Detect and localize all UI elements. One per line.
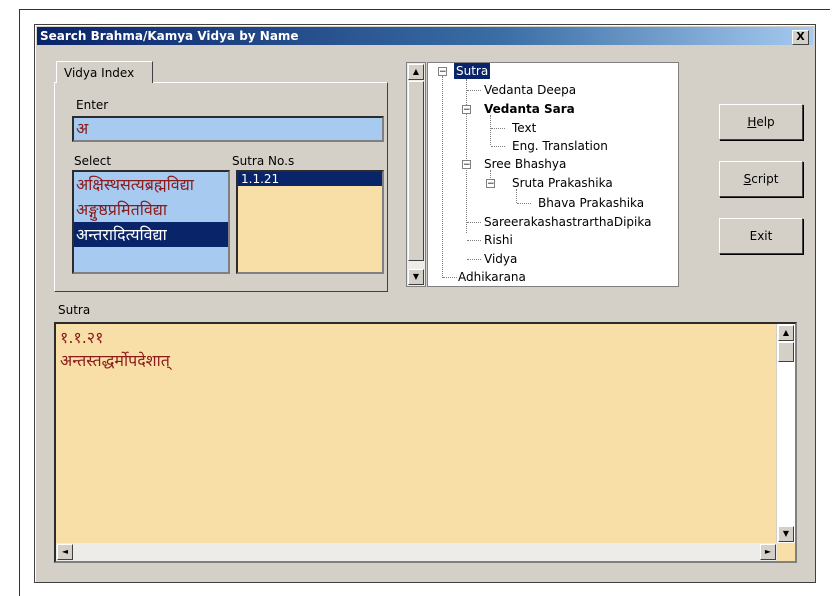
- collapse-icon[interactable]: −: [462, 160, 471, 170]
- tree-line: [443, 277, 457, 278]
- scroll-thumb[interactable]: [778, 342, 794, 362]
- tree-line: [466, 79, 467, 233]
- window-title: Search Brahma/Kamya Vidya by Name: [40, 29, 299, 43]
- tree-item-bhava-prakashika[interactable]: Bhava Prakashika: [538, 195, 644, 211]
- collapse-icon[interactable]: −: [486, 179, 495, 189]
- list-item[interactable]: अङ्गुष्ठप्रमितविद्या: [74, 197, 228, 222]
- tree-scrollbar[interactable]: ▲ ▼: [406, 62, 426, 287]
- sutra-text: अन्तस्तद्धर्मोपदेशात्: [60, 351, 170, 370]
- sutra-horizontal-scrollbar[interactable]: ◄ ►: [56, 543, 777, 561]
- sutra-textarea[interactable]: १.१.२१ अन्तस्तद्धर्मोपदेशात् ▲ ▼ ◄ ►: [54, 322, 797, 563]
- tree-line: [517, 203, 531, 204]
- tree-line: [467, 222, 481, 223]
- script-button[interactable]: Script: [719, 161, 803, 197]
- tree-item-sutra[interactable]: Sutra: [454, 63, 491, 79]
- list-item-selected[interactable]: अन्तरादित्यविद्या: [74, 222, 228, 247]
- tree-item-sareerakashastrarthadipika[interactable]: SareerakashastrarthaDipika: [484, 214, 651, 230]
- title-bar: Search Brahma/Kamya Vidya by Name X: [37, 27, 813, 45]
- collapse-icon[interactable]: −: [462, 105, 471, 115]
- tree-line: [467, 90, 481, 91]
- tree-item-text[interactable]: Text: [512, 120, 536, 136]
- tree-item-rishi[interactable]: Rishi: [484, 232, 513, 248]
- list-item-selected[interactable]: 1.1.21: [238, 172, 382, 186]
- vidya-select-list[interactable]: अक्षिस्थसत्यब्रह्मविद्या अङ्गुष्ठप्रमितव…: [72, 170, 230, 274]
- close-button[interactable]: X: [792, 30, 809, 45]
- help-button[interactable]: Help: [719, 104, 803, 140]
- navigation-tree[interactable]: − Sutra Vedanta Deepa − Vedanta Sara Tex…: [427, 62, 679, 287]
- tree-item-vedanta-deepa[interactable]: Vedanta Deepa: [484, 82, 576, 98]
- scroll-up-icon[interactable]: ▲: [408, 64, 424, 80]
- exit-button[interactable]: Exit: [719, 218, 803, 254]
- sutra-label: Sutra: [58, 303, 91, 317]
- enter-input[interactable]: अ: [72, 116, 384, 142]
- tree-line: [467, 240, 481, 241]
- sutra-number: १.१.२१: [60, 328, 104, 347]
- sutra-nos-list[interactable]: 1.1.21: [236, 170, 384, 274]
- tree-item-adhikarana[interactable]: Adhikarana: [458, 269, 526, 285]
- enter-label: Enter: [76, 98, 109, 112]
- tree-line: [491, 128, 505, 129]
- list-item[interactable]: अक्षिस्थसत्यब्रह्मविद्या: [74, 172, 228, 197]
- tree-item-vedanta-sara[interactable]: Vedanta Sara: [484, 101, 575, 117]
- tree-line: [490, 115, 491, 145]
- scroll-left-icon[interactable]: ◄: [57, 544, 73, 560]
- tree-line: [491, 146, 505, 147]
- sutra-vertical-scrollbar[interactable]: ▲ ▼: [776, 324, 795, 543]
- collapse-icon[interactable]: −: [438, 67, 447, 77]
- tree-item-eng-translation[interactable]: Eng. Translation: [512, 138, 608, 154]
- sutra-nos-label: Sutra No.s: [232, 154, 295, 168]
- tree-item-sree-bhashya[interactable]: Sree Bhashya: [484, 156, 566, 172]
- tree-line: [516, 189, 517, 203]
- scroll-down-icon[interactable]: ▼: [408, 269, 424, 285]
- tree-item-vidya[interactable]: Vidya: [484, 251, 517, 267]
- select-label: Select: [74, 154, 112, 168]
- tab-vidya-index[interactable]: Vidya Index: [56, 61, 153, 83]
- sutra-content: १.१.२१ अन्तस्तद्धर्मोपदेशात्: [60, 326, 170, 372]
- tree-line: [467, 259, 481, 260]
- tree-line: [442, 76, 443, 278]
- scroll-up-icon[interactable]: ▲: [778, 325, 794, 341]
- tree-item-sruta-prakashika[interactable]: Sruta Prakashika: [512, 175, 613, 191]
- scroll-down-icon[interactable]: ▼: [778, 526, 794, 542]
- scroll-right-icon[interactable]: ►: [760, 544, 776, 560]
- scroll-thumb[interactable]: [408, 81, 424, 261]
